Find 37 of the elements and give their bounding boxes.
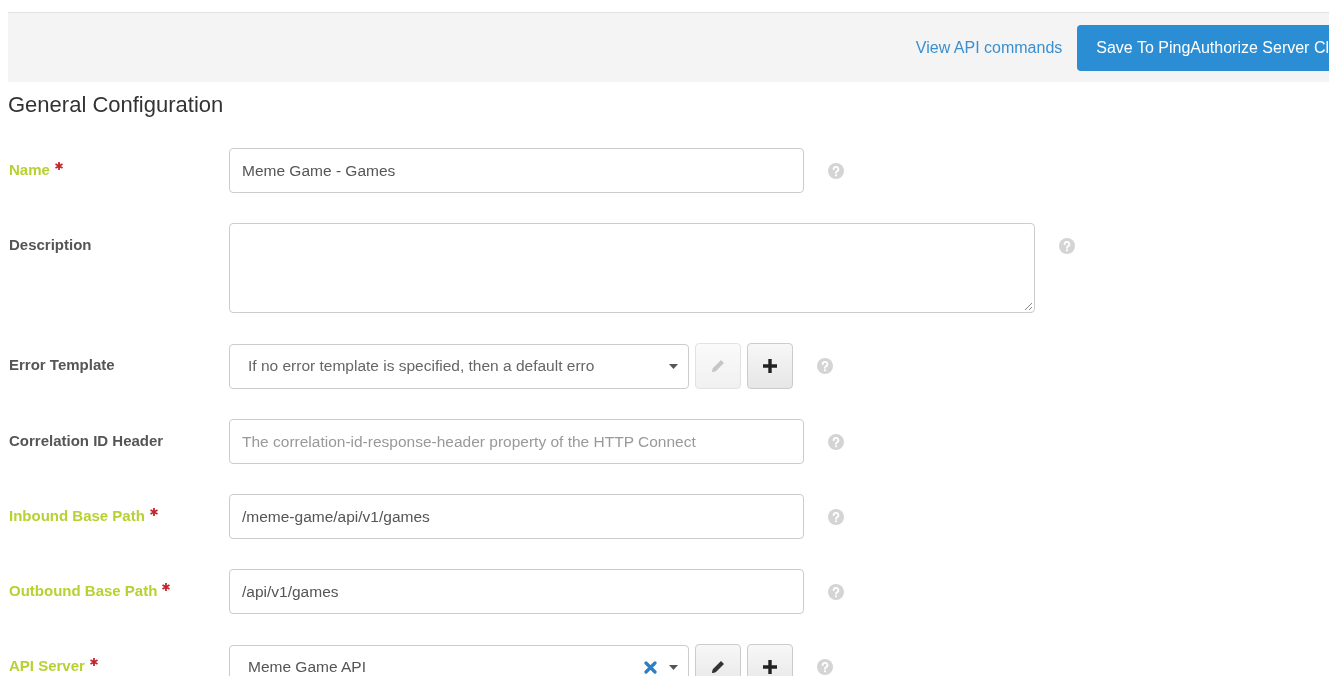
resize-handle-icon [1024,302,1032,310]
help-icon [817,358,833,374]
help-icon [828,433,844,450]
caret-icon [669,363,678,369]
select-field[interactable]: Meme Game API [229,644,689,676]
text-field[interactable]: Meme Game - Games [229,148,804,193]
required-icon [54,162,63,170]
required-icon [149,508,158,516]
text-field[interactable]: /meme-game/api/v1/games [229,494,804,539]
save-button[interactable]: Save To PingAuthorize Server Cl [1077,24,1329,71]
help-icon [828,162,844,179]
required-icon [162,583,171,591]
select-field[interactable]: If no error template is specified, then a default erro [229,343,689,389]
required-icon [89,658,98,666]
select-placeholder: If no error template is specified, then a default erro [248,357,596,375]
help-icon [1059,238,1075,254]
pencil-icon [709,357,727,375]
text-field[interactable]: /api/v1/games [229,569,804,614]
help-icon [817,659,833,675]
field-label: Correlation ID Header [9,431,164,451]
field-label: Inbound Base Path [9,506,145,526]
help-icon [828,508,844,525]
add-button[interactable] [747,343,793,389]
select-value: Meme Game API [248,658,367,676]
help-icon [828,583,844,600]
description-field[interactable] [229,223,1035,313]
field-label: Outbound Base Path [9,581,158,601]
plus-icon [761,357,779,375]
field-label: Error Template [9,355,115,375]
field-label: Description [9,235,92,255]
plus-icon [761,658,779,676]
text-field[interactable]: The correlation-id-response-header property of the HTTP Connect [229,419,804,464]
section-title: General Configuration [8,91,225,119]
field-label: API Server [9,656,85,676]
caret-icon [669,664,678,670]
field-label: Name [9,160,50,180]
pencil-icon [709,658,727,676]
